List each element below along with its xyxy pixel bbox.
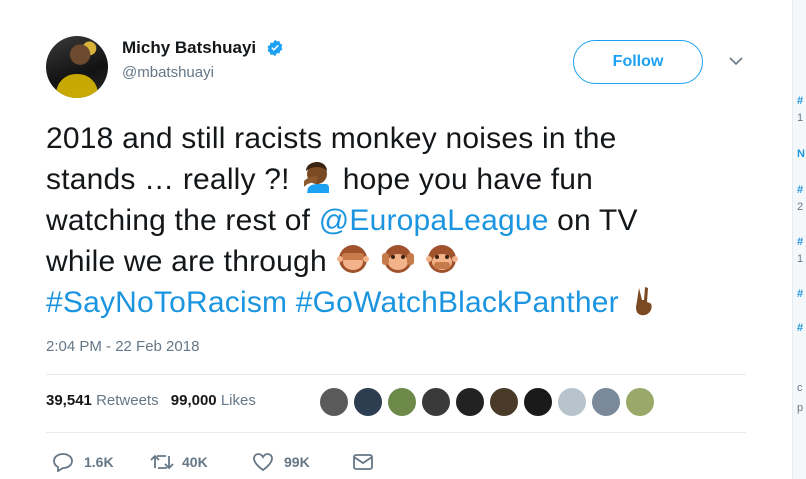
retweet-button[interactable]: 40K (150, 450, 220, 474)
sidebar-fragment[interactable]: # (797, 184, 803, 196)
reply-count: 1.6K (84, 454, 114, 470)
sidebar-fragment: 2 (797, 201, 804, 213)
envelope-icon (353, 454, 373, 470)
like-count: 99K (284, 454, 310, 470)
liker-avatar[interactable] (624, 386, 656, 418)
retweets-stat[interactable]: 39,541 Retweets (46, 392, 159, 409)
retweets-count: 39,541 (46, 392, 92, 409)
tweet-text: 2018 and still racists monkey noises in … (46, 118, 746, 323)
tweet-line: stands … really ?! hope you have fun (46, 159, 746, 200)
hashtag-link[interactable]: #SayNoToRacism (46, 286, 287, 319)
facepalm-emoji-icon (304, 162, 330, 193)
direct-message-button[interactable] (352, 450, 376, 474)
liker-avatar[interactable] (522, 386, 554, 418)
likes-label: Likes (220, 392, 256, 409)
display-name[interactable]: Michy Batshuayi (122, 38, 256, 58)
liker-avatar[interactable] (352, 386, 384, 418)
see-no-evil-monkey-emoji-icon (337, 245, 370, 273)
tweet-text-segment: on TV (557, 204, 638, 237)
tweet-timestamp[interactable]: 2:04 PM - 22 Feb 2018 (46, 338, 199, 355)
tweet-text-segment: stands … really ?! (46, 163, 290, 196)
sidebar-fragment[interactable]: # (797, 95, 803, 107)
sidebar-fragment[interactable]: # (797, 236, 803, 248)
liker-avatar[interactable] (420, 386, 452, 418)
tweet-card: Michy Batshuayi @mbatshuayi Follow 2018 … (0, 0, 790, 479)
liker-avatar[interactable] (590, 386, 622, 418)
hashtag-link[interactable]: #GoWatchBlackPanther (296, 286, 619, 319)
retweets-label: Retweets (96, 392, 159, 409)
sidebar-fragment: 1 (797, 112, 804, 124)
liker-avatar[interactable] (488, 386, 520, 418)
chevron-down-icon[interactable] (729, 56, 743, 66)
tweet-line: watching the rest of @EuropaLeague on TV (46, 200, 746, 241)
divider (46, 432, 746, 433)
liker-avatar[interactable] (556, 386, 588, 418)
liker-avatar[interactable] (386, 386, 418, 418)
reply-button[interactable]: 1.6K (52, 450, 122, 474)
liker-avatar[interactable] (454, 386, 486, 418)
sidebar-fragment[interactable]: # (797, 288, 803, 300)
sidebar-fragment[interactable]: N (797, 148, 805, 160)
tweet-text-segment: watching the rest of (46, 204, 311, 237)
hear-no-evil-monkey-emoji-icon (381, 245, 414, 273)
tweet-line: while we are through (46, 241, 746, 282)
divider (46, 374, 746, 375)
sidebar-fragment: 1 (797, 253, 804, 265)
user-handle[interactable]: @mbatshuayi (122, 64, 214, 81)
mention-link[interactable]: @EuropaLeague (319, 204, 549, 237)
tweet-text-segment: hope you have fun (342, 163, 594, 196)
verified-badge-icon (267, 39, 283, 57)
tweet-stats: 39,541 Retweets 99,000 Likes (46, 392, 264, 409)
sidebar-edge: # 1 N # 2 # 1 # # c p (792, 0, 806, 479)
tweet-text-segment: while we are through (46, 245, 327, 278)
victory-hand-emoji-icon (636, 287, 653, 316)
retweet-count: 40K (182, 454, 208, 470)
likes-count: 99,000 (170, 392, 217, 409)
tweet-line: #SayNoToRacism #GoWatchBlackPanther (46, 282, 746, 323)
follow-button[interactable]: Follow (573, 40, 703, 84)
retweet-icon (150, 454, 174, 470)
reply-icon (53, 453, 73, 472)
heart-icon (253, 453, 273, 472)
sidebar-fragment: p (797, 402, 804, 414)
liker-avatar[interactable] (318, 386, 350, 418)
sidebar-fragment: c (797, 382, 803, 394)
like-button[interactable]: 99K (252, 450, 322, 474)
tweet-line: 2018 and still racists monkey noises in … (46, 122, 617, 155)
speak-no-evil-monkey-emoji-icon (426, 245, 459, 273)
sidebar-fragment[interactable]: # (797, 322, 803, 334)
avatar[interactable] (46, 36, 108, 98)
likes-stat[interactable]: 99,000 Likes (171, 392, 256, 409)
author-name-block[interactable]: Michy Batshuayi (122, 38, 284, 58)
